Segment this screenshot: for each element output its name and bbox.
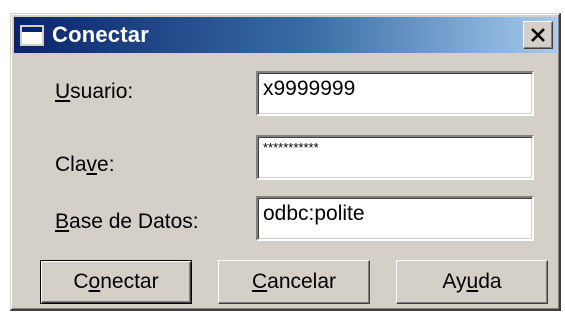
base-datos-label: Base de Datos: — [55, 210, 199, 233]
close-icon — [531, 28, 545, 42]
connect-dialog: Conectar Usuario: x9999999 Clave: ******… — [10, 13, 561, 311]
clave-label: Clave: — [55, 153, 115, 176]
clave-password-input[interactable]: *********** — [256, 135, 534, 180]
title-bar[interactable]: Conectar — [14, 17, 557, 53]
usuario-input[interactable]: x9999999 — [256, 71, 534, 116]
ayuda-button[interactable]: Ay u da — [396, 260, 548, 304]
cancelar-button[interactable]: Cancelar — [218, 260, 370, 304]
conectar-button[interactable]: Co nectar — [40, 260, 192, 304]
usuario-label: Usuario: — [55, 80, 134, 103]
base-datos-input[interactable]: odbc:polite — [256, 196, 534, 241]
close-button[interactable] — [523, 21, 553, 49]
window-icon — [20, 24, 44, 46]
dialog-title: Conectar — [52, 22, 149, 47]
